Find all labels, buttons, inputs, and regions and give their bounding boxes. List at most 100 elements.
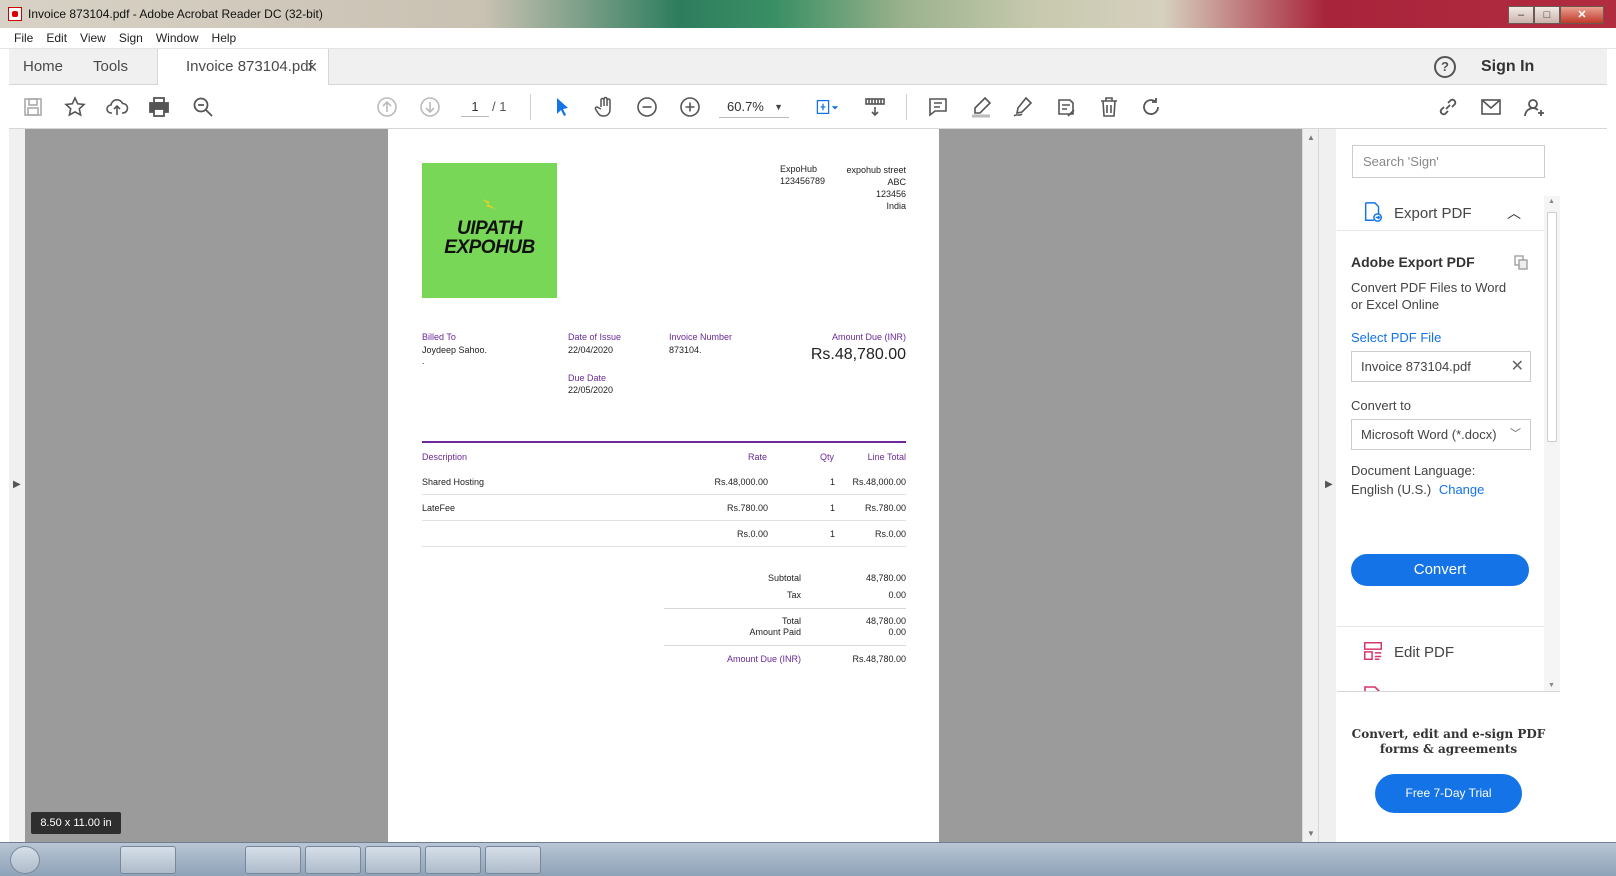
zoom-out-icon[interactable] <box>633 93 661 121</box>
taskbar <box>0 842 1616 876</box>
row-total: Rs.780.00 <box>864 503 906 513</box>
highlight-pen-icon[interactable] <box>967 93 995 121</box>
menu-file[interactable]: File <box>14 31 33 45</box>
sign-pen-icon[interactable] <box>1009 93 1037 121</box>
taskbar-item[interactable] <box>305 846 361 874</box>
menu-bar: File Edit View Sign Window Help <box>0 28 1616 49</box>
row-rate: Rs.48,000.00 <box>714 477 768 487</box>
upload-cloud-icon[interactable] <box>103 93 131 121</box>
subtotal-value: 48,780.00 <box>865 573 906 583</box>
column-header-qty: Qty <box>820 452 835 462</box>
lightning-icon <box>482 199 496 209</box>
fit-page-icon[interactable] <box>809 93 845 121</box>
edit-text-icon[interactable] <box>1052 93 1080 121</box>
address-line: 123456 <box>875 189 906 199</box>
table-row: Rs.0.00 1 Rs.0.00 <box>422 521 906 547</box>
add-user-icon[interactable] <box>1520 93 1548 121</box>
star-icon[interactable] <box>61 93 89 121</box>
tab-document[interactable]: Invoice 873104.pdf ✕ <box>157 49 329 86</box>
zoom-in-icon[interactable] <box>676 93 704 121</box>
from-name: ExpoHub <box>780 164 818 174</box>
change-language-link[interactable]: Change <box>1439 482 1485 497</box>
scroll-down-icon[interactable]: ▼ <box>1307 829 1315 838</box>
start-button[interactable] <box>10 846 40 874</box>
scrollbar-thumb[interactable] <box>1547 212 1557 442</box>
taskbar-item[interactable] <box>365 846 421 874</box>
menu-sign[interactable]: Sign <box>119 31 143 45</box>
invoice-number-label: Invoice Number <box>669 332 733 342</box>
select-pdf-file-link[interactable]: Select PDF File <box>1351 330 1441 345</box>
window-controls: – □ ✕ <box>1508 6 1604 24</box>
select-cursor-icon[interactable] <box>548 93 576 121</box>
taskbar-item[interactable] <box>485 846 541 874</box>
delete-trash-icon[interactable] <box>1095 93 1123 121</box>
scroll-up-icon[interactable]: ▲ <box>1307 133 1315 142</box>
chevron-down-icon: ▼ <box>774 102 783 112</box>
row-total: Rs.0.00 <box>874 529 906 539</box>
taskbar-item[interactable] <box>425 846 481 874</box>
menu-help[interactable]: Help <box>212 31 237 45</box>
export-pdf-title: Export PDF <box>1394 205 1472 222</box>
copy-icon[interactable] <box>1513 254 1529 270</box>
amount-paid-value: 0.00 <box>888 627 906 637</box>
free-trial-button[interactable]: Free 7-Day Trial <box>1375 774 1522 813</box>
taskbar-item[interactable] <box>245 846 301 874</box>
panel-scrollbar[interactable]: ▲ ▼ <box>1544 196 1560 691</box>
page-up-icon[interactable] <box>373 93 401 121</box>
row-description: Shared Hosting <box>422 477 485 487</box>
left-panel-toggle[interactable]: ▶ <box>9 129 25 842</box>
from-address: expohub street ABC 123456 India <box>846 164 906 212</box>
table-divider <box>422 441 906 443</box>
company-logo: UIPATH EXPOHUB <box>422 163 557 298</box>
page-number-input[interactable]: 1 <box>461 97 489 117</box>
comment-icon[interactable] <box>924 93 952 121</box>
menu-edit[interactable]: Edit <box>46 31 67 45</box>
column-header-description: Description <box>422 452 468 462</box>
print-icon[interactable] <box>145 93 173 121</box>
right-panel-toggle[interactable]: ▶ <box>1318 129 1336 842</box>
share-link-icon[interactable] <box>1434 93 1462 121</box>
page-down-icon[interactable] <box>416 93 444 121</box>
toolbar: 1 / 1 60.7% ▼ <box>9 85 1607 129</box>
tab-bar: Home Tools Invoice 873104.pdf ✕ ? Sign I… <box>9 49 1607 86</box>
adobe-export-description: Convert PDF Files to Word or Excel Onlin… <box>1351 280 1507 312</box>
tab-home[interactable]: Home <box>23 49 63 85</box>
minimize-button[interactable]: – <box>1508 6 1534 24</box>
billed-to-label: Billed To <box>422 332 456 342</box>
email-icon[interactable] <box>1477 93 1505 121</box>
row-description: LateFee <box>422 503 456 513</box>
amount-due-value: Rs.48,780.00 <box>810 346 906 363</box>
scroll-up-icon[interactable]: ▲ <box>1548 198 1555 205</box>
selected-file-field[interactable]: Invoice 873104.pdf ✕ <box>1351 351 1531 382</box>
search-input[interactable]: Search 'Sign' <box>1352 145 1545 178</box>
scroll-mode-icon[interactable] <box>861 93 889 121</box>
hand-tool-icon[interactable] <box>591 93 619 121</box>
help-icon[interactable]: ? <box>1434 56 1456 78</box>
tab-tools[interactable]: Tools <box>93 49 128 85</box>
chevron-up-icon[interactable]: ︿ <box>1507 203 1521 223</box>
convert-format-select[interactable]: Microsoft Word (*.docx) ﹀ <box>1351 419 1531 450</box>
edit-pdf-icon <box>1364 642 1382 660</box>
zoom-search-icon[interactable] <box>189 93 217 121</box>
scroll-down-icon[interactable]: ▼ <box>1548 682 1555 689</box>
taskbar-item[interactable] <box>120 846 176 874</box>
row-qty: 1 <box>829 529 835 539</box>
edit-pdf-tool[interactable]: Edit PDF <box>1394 644 1454 661</box>
adobe-export-title: Adobe Export PDF <box>1351 254 1475 270</box>
close-tab-icon[interactable]: ✕ <box>306 49 318 85</box>
export-pdf-header[interactable]: Export PDF ︿ <box>1337 191 1544 231</box>
rotate-icon[interactable] <box>1137 93 1165 121</box>
close-window-button[interactable]: ✕ <box>1560 6 1604 24</box>
clear-file-icon[interactable]: ✕ <box>1511 352 1524 381</box>
menu-view[interactable]: View <box>80 31 106 45</box>
acrobat-icon <box>8 7 22 21</box>
save-icon[interactable] <box>19 93 47 121</box>
export-pdf-icon <box>1364 202 1382 222</box>
sign-in-button[interactable]: Sign In <box>1481 49 1534 85</box>
maximize-button[interactable]: □ <box>1534 6 1560 24</box>
zoom-level-select[interactable]: 60.7% ▼ <box>719 96 789 118</box>
page-total: / 1 <box>492 99 507 114</box>
menu-window[interactable]: Window <box>156 31 199 45</box>
document-scrollbar[interactable]: ▲ ▼ <box>1302 129 1318 842</box>
convert-button[interactable]: Convert <box>1351 554 1529 586</box>
